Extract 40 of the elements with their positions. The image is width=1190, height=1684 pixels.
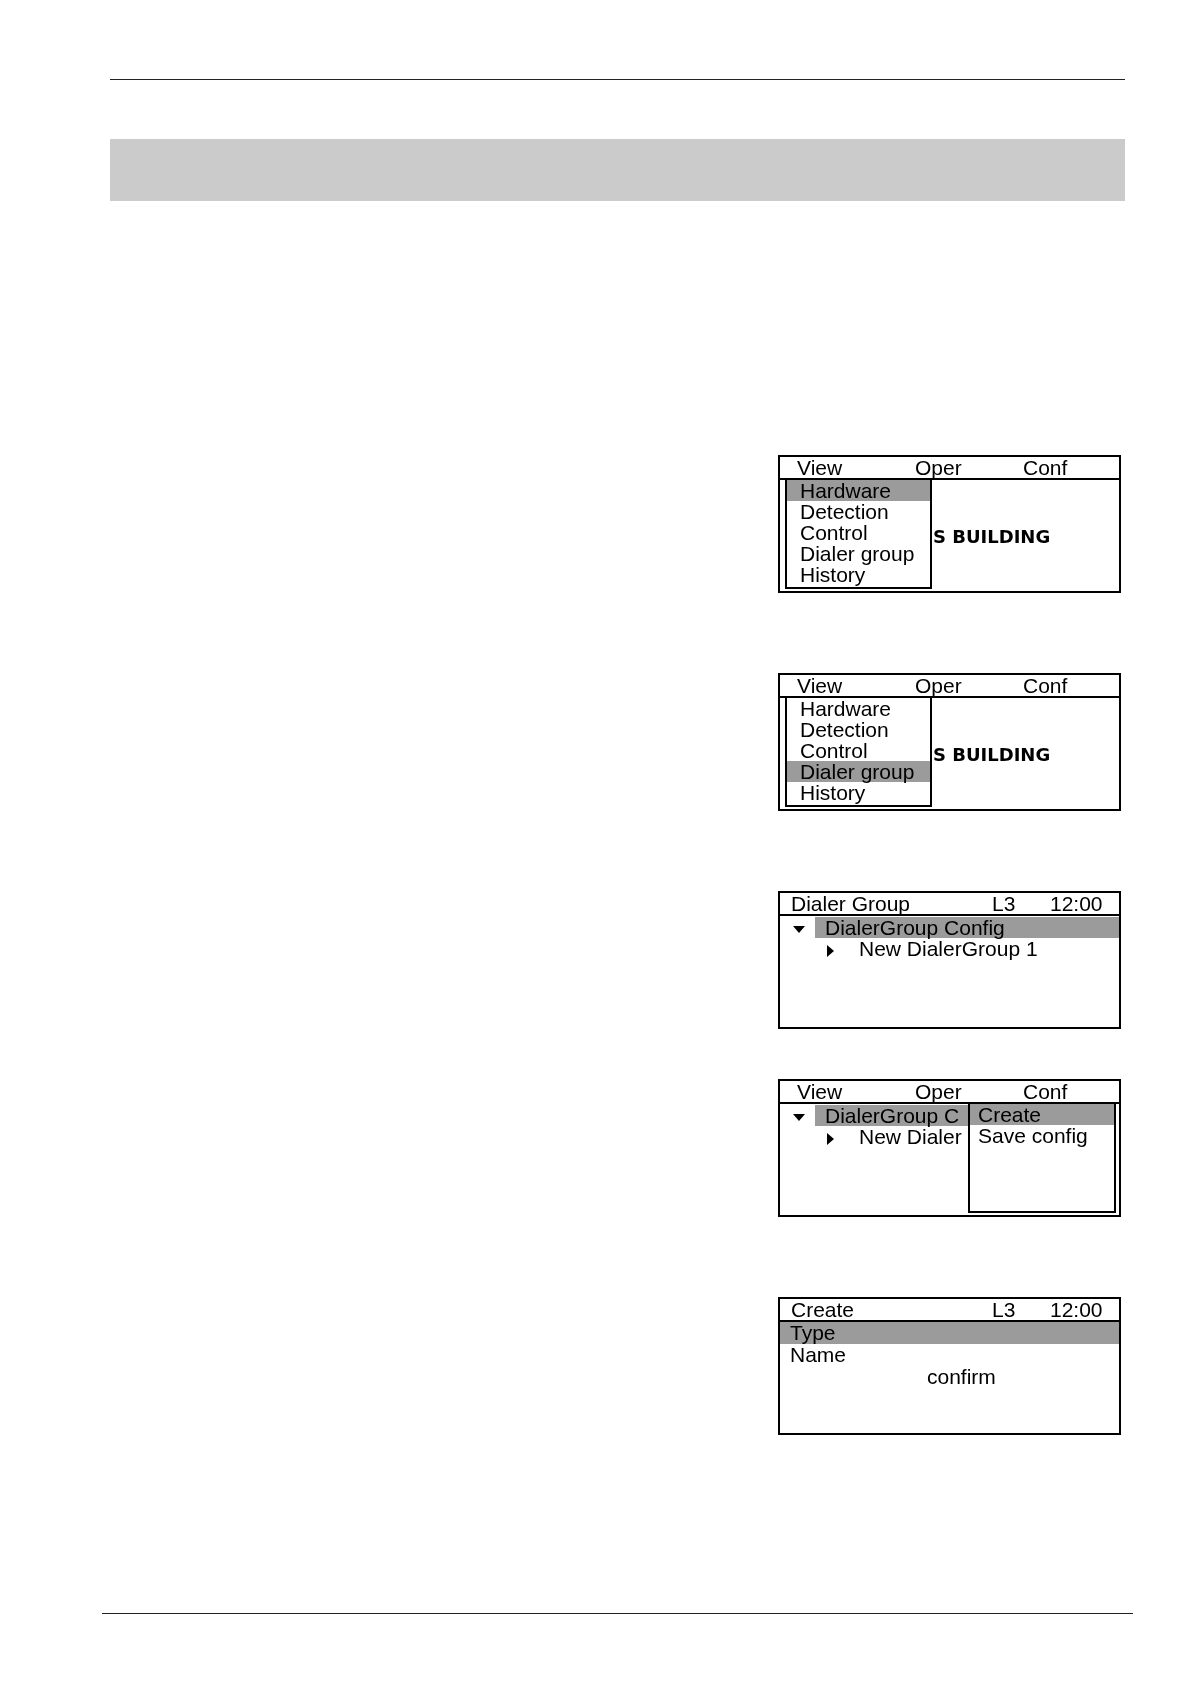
screen-title: Create	[791, 1299, 856, 1320]
menu-item[interactable]: History	[787, 782, 930, 803]
triangle-right-icon[interactable]	[827, 944, 834, 957]
menu-item[interactable]: Hardware	[787, 698, 930, 719]
triangle-down-icon[interactable]	[793, 1114, 805, 1121]
tree-item[interactable]: New DialerGroup 1	[849, 938, 1119, 959]
menu-bar-item[interactable]: View	[797, 675, 915, 696]
field-option[interactable]: Type	[780, 1322, 1119, 1344]
field-option[interactable]: Name	[780, 1344, 1119, 1366]
screen-title: Dialer Group	[791, 893, 912, 914]
menu-item[interactable]: Create	[970, 1104, 1114, 1125]
menu-item[interactable]: Detection	[787, 719, 930, 740]
menu-item[interactable]: Dialer group	[787, 761, 930, 782]
menu-item[interactable]: Hardware	[787, 480, 930, 501]
menu-bar-item[interactable]: Oper	[915, 1081, 1023, 1102]
menu-item[interactable]: History	[787, 564, 930, 585]
menu-item[interactable]: Control	[787, 522, 930, 543]
confirm-option[interactable]: confirm	[927, 1365, 996, 1388]
clock-time: 12:00	[1050, 1299, 1103, 1320]
menu-item[interactable]: Detection	[787, 501, 930, 522]
tree-item[interactable]: New Dialer	[849, 1126, 968, 1147]
menu-bar-item[interactable]: Oper	[915, 457, 1023, 478]
menu-item[interactable]: Control	[787, 740, 930, 761]
tree-item[interactable]: DialerGroup Config	[815, 917, 1119, 938]
menu-bar-item[interactable]: Conf	[1023, 1081, 1068, 1102]
access-level: L3	[992, 1299, 1017, 1320]
menu-bar-item[interactable]: Conf	[1023, 457, 1068, 478]
clock-time: 12:00	[1050, 893, 1103, 914]
tree-item[interactable]: DialerGroup C	[815, 1105, 968, 1126]
triangle-down-icon[interactable]	[793, 926, 805, 933]
triangle-right-icon[interactable]	[827, 1132, 834, 1145]
menu-bar-item[interactable]: View	[797, 457, 915, 478]
menu-item[interactable]: Dialer group	[787, 543, 930, 564]
access-level: L3	[992, 893, 1017, 914]
menu-bar-item[interactable]: View	[797, 1081, 915, 1102]
menu-bar-item[interactable]: Conf	[1023, 675, 1068, 696]
status-text: S BUILDING	[933, 744, 1051, 766]
menu-item[interactable]: Save config	[970, 1125, 1114, 1146]
status-text: S BUILDING	[933, 526, 1051, 548]
menu-bar-item[interactable]: Oper	[915, 675, 1023, 696]
